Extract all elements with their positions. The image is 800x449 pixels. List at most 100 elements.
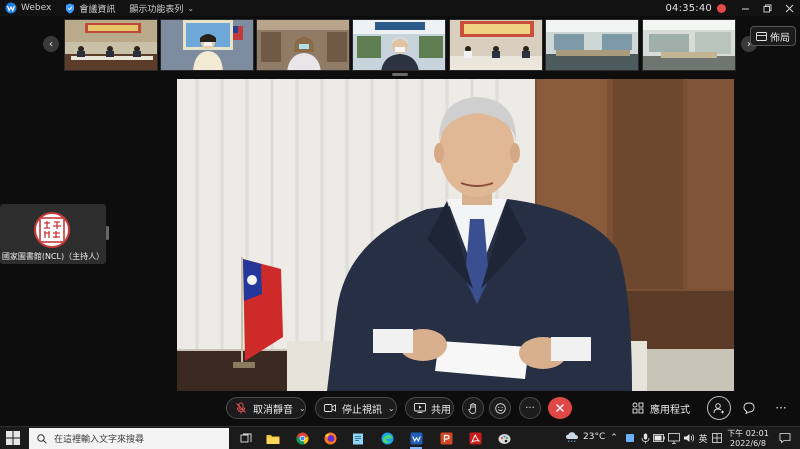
chevron-left-icon: ‹ — [49, 38, 53, 50]
tray-app-icon[interactable] — [624, 432, 636, 444]
reactions-button[interactable] — [489, 397, 511, 419]
clock-date: 2022/6/8 — [730, 439, 766, 448]
firefox-button[interactable] — [320, 429, 340, 448]
powerpoint-icon — [440, 432, 452, 445]
weather-widget[interactable]: 23°C — [565, 431, 605, 443]
video-thumbnail-panel-table[interactable] — [449, 19, 543, 71]
close-window-button[interactable] — [778, 0, 800, 16]
video-camera-icon — [324, 404, 336, 412]
chevron-down-icon: ⌄ — [388, 403, 395, 413]
unmute-label: 取消靜音 — [253, 404, 293, 416]
meeting-info-label: 會議資訊 — [79, 4, 116, 15]
filmstrip-prev-button[interactable]: ‹ — [43, 36, 59, 52]
close-icon — [556, 404, 564, 412]
hand-icon — [468, 402, 476, 414]
ncl-seal-avatar — [34, 212, 70, 248]
notepad-icon — [353, 433, 363, 445]
participants-button[interactable] — [707, 396, 731, 420]
edge-button[interactable] — [377, 429, 397, 448]
tray-overflow-button[interactable]: ⌃ — [608, 432, 620, 444]
app-name: Webex — [21, 3, 52, 13]
active-speaker-video[interactable] — [177, 79, 734, 391]
stop-video-button[interactable]: 停止視訊 ⌄ — [315, 397, 397, 419]
notification-icon[interactable] — [779, 432, 791, 444]
more-options-button[interactable]: ··· — [519, 397, 541, 419]
window-title-bar: Webex 會議資訊 顯示功能表列 ⌄ 04:35:40 — [0, 0, 800, 16]
volume-tray-button[interactable] — [683, 432, 695, 444]
display-menu-label: 顯示功能表列 — [129, 4, 184, 15]
video-thumbnail-man-office[interactable] — [352, 19, 446, 71]
chevron-down-icon: ⌄ — [187, 3, 195, 13]
notepad-button[interactable] — [348, 429, 368, 448]
network-tray-button[interactable] — [668, 432, 680, 444]
share-button[interactable]: 共用 — [405, 397, 454, 419]
ellipsis-icon: ··· — [775, 401, 787, 415]
webex-taskbar-button[interactable] — [406, 429, 426, 449]
battery-tray-button[interactable] — [653, 432, 665, 444]
taskbar-clock[interactable]: 下午 02:01 2022/6/8 — [726, 429, 770, 449]
more-panels-button[interactable]: ··· — [773, 400, 789, 416]
paint-button[interactable] — [494, 429, 514, 448]
self-view-name: 國家圖書館(NCL)（主持人） — [1, 252, 105, 261]
microphone-icon — [641, 433, 649, 443]
monitor-network-icon — [668, 432, 680, 444]
chat-bubble-icon — [743, 402, 755, 414]
clock-time: 下午 02:01 — [727, 429, 769, 438]
windows-taskbar: 在這裡輸入文字來搜尋 23°C ⌃ 英 下午 02:01 2022/6/8 — [0, 426, 800, 449]
chevron-down-icon: ⌄ — [299, 403, 306, 413]
leave-meeting-button[interactable] — [548, 397, 572, 419]
chrome-icon — [296, 432, 309, 445]
video-thumbnail-meeting-hall[interactable] — [545, 19, 639, 71]
layout-button[interactable]: 佈局 — [750, 26, 796, 46]
display-menu-button[interactable]: 顯示功能表列 ⌄ — [129, 0, 194, 16]
self-view-tile[interactable]: 國家圖書館(NCL)（主持人） — [0, 204, 106, 264]
file-explorer-button[interactable] — [263, 429, 283, 448]
restore-button[interactable] — [756, 0, 778, 16]
filmstrip-resize-handle[interactable] — [392, 73, 408, 76]
restore-icon — [763, 4, 771, 12]
task-view-icon — [240, 433, 252, 442]
webex-app[interactable]: Webex — [0, 0, 65, 16]
video-thumbnail-office-room[interactable] — [642, 19, 736, 71]
taskbar-search-box[interactable]: 在這裡輸入文字來搜尋 — [29, 428, 229, 449]
raise-hand-button[interactable] — [462, 397, 484, 419]
microphone-tray-button[interactable] — [639, 432, 651, 444]
ime-mode-button[interactable] — [711, 432, 723, 444]
minimize-button[interactable] — [734, 0, 756, 16]
video-thumbnail-conference-room[interactable] — [64, 19, 158, 71]
acrobat-icon — [469, 432, 481, 445]
chevron-up-icon: ⌃ — [610, 433, 618, 443]
stop-video-label: 停止視訊 — [342, 404, 382, 416]
apps-button[interactable]: 應用程式 — [632, 399, 690, 417]
self-view-grip[interactable] — [106, 226, 109, 240]
unmute-button[interactable]: 取消靜音 ⌄ — [226, 397, 306, 419]
participant-icon — [713, 403, 724, 414]
edge-icon — [381, 432, 393, 445]
search-icon — [37, 433, 47, 444]
share-label: 共用 — [431, 404, 451, 416]
chrome-button[interactable] — [292, 429, 312, 448]
chat-button[interactable] — [741, 400, 757, 416]
battery-icon — [653, 434, 665, 442]
folder-icon — [266, 434, 280, 444]
webex-logo-icon — [5, 2, 17, 14]
tray-app-icon-glyph — [626, 434, 634, 442]
participant-filmstrip: ‹ › 佈局 — [0, 18, 800, 76]
webex-icon — [410, 432, 422, 445]
input-method-button[interactable]: 英 — [697, 432, 709, 445]
windows-start-icon[interactable] — [6, 431, 20, 445]
layout-label: 佈局 — [770, 32, 790, 44]
input-method-label: 英 — [698, 434, 708, 445]
cloud-rain-icon — [566, 432, 578, 443]
powerpoint-button[interactable] — [436, 429, 456, 448]
minimize-icon — [741, 8, 749, 9]
speaker-icon — [684, 434, 695, 442]
task-view-button[interactable] — [236, 429, 256, 448]
acrobat-button[interactable] — [465, 429, 485, 448]
video-thumbnail-woman-bookshelf[interactable] — [256, 19, 350, 71]
recording-indicator-icon[interactable] — [717, 3, 726, 13]
video-thumbnail-woman-flag[interactable] — [160, 19, 254, 71]
meeting-timer: 04:35:40 — [665, 2, 712, 14]
search-placeholder: 在這裡輸入文字來搜尋 — [54, 435, 145, 445]
meeting-info-button[interactable]: 會議資訊 — [65, 0, 129, 16]
